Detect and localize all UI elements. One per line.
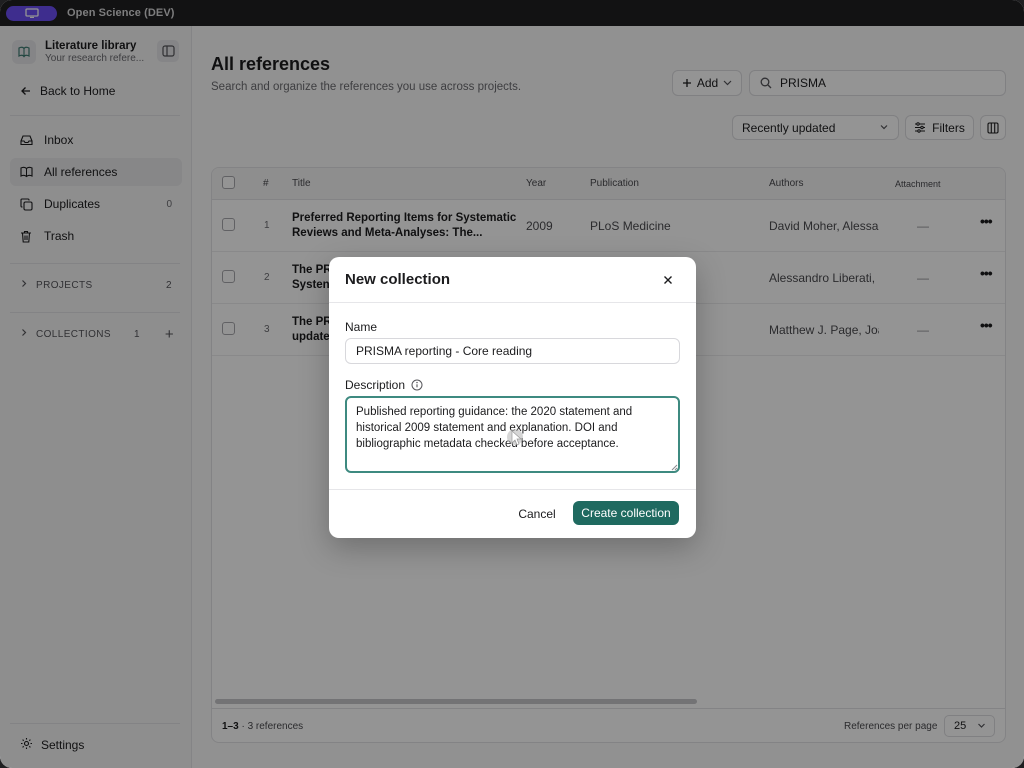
collection-name-input[interactable] — [345, 338, 680, 364]
close-button[interactable] — [660, 272, 676, 288]
info-icon[interactable] — [411, 379, 423, 391]
cancel-button[interactable]: Cancel — [509, 502, 565, 526]
dialog-divider — [329, 489, 696, 490]
new-collection-dialog: New collection Name Description Publishe… — [329, 257, 696, 538]
app-window: Open Science (DEV) Literature library Yo… — [0, 0, 1024, 768]
dialog-title: New collection — [345, 271, 451, 288]
name-label-text: Name — [345, 320, 378, 334]
description-label: Description — [345, 378, 423, 392]
resize-handle-icon[interactable] — [670, 463, 678, 471]
mouse-cursor-icon — [507, 429, 523, 446]
close-icon — [664, 276, 672, 284]
create-collection-button[interactable]: Create collection — [573, 501, 679, 525]
description-label-text: Description — [345, 378, 406, 392]
name-label: Name — [345, 320, 377, 334]
dialog-divider — [329, 302, 696, 303]
